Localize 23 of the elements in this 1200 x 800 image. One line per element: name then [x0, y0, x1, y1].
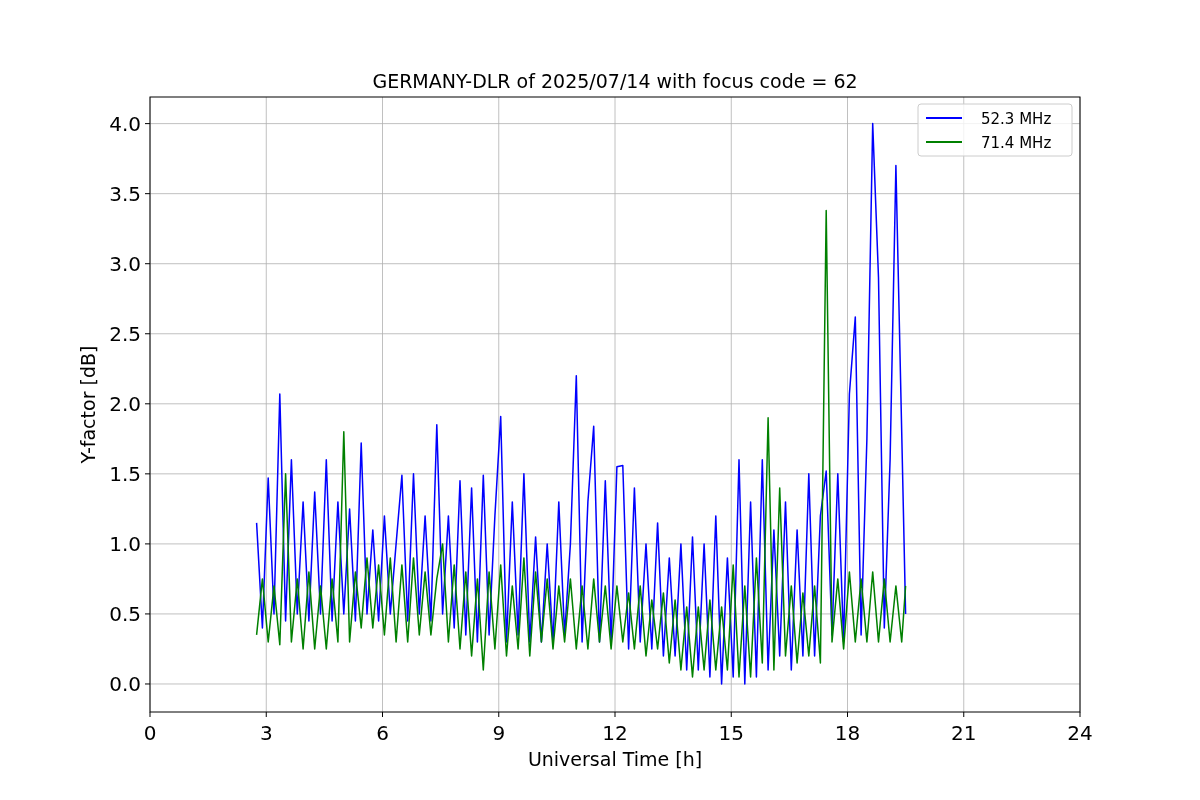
- y-tick-label: 2.5: [109, 321, 141, 346]
- y-tick-label: 0.0: [109, 672, 141, 696]
- y-tick-label: 2.0: [109, 391, 141, 416]
- x-tick-label: 18: [834, 721, 861, 745]
- x-tick-label: 6: [376, 721, 389, 745]
- x-tick-label: 3: [259, 721, 273, 745]
- legend-label: 71.4 MHz: [981, 134, 1052, 152]
- legend-label: 52.3 MHz: [981, 110, 1052, 128]
- x-tick-label: 24: [1067, 721, 1093, 745]
- y-tick-label: 4.0: [109, 111, 141, 136]
- y-axis-label: Y-factor [dB]: [77, 345, 99, 464]
- x-axis-label: Universal Time [h]: [527, 748, 703, 770]
- x-tick-label: 21: [951, 721, 977, 745]
- y-tick-label: 3.5: [109, 181, 141, 206]
- x-tick-label: 9: [492, 721, 506, 745]
- x-tick-label: 15: [718, 721, 744, 745]
- y-tick-label: 0.5: [109, 601, 141, 626]
- chart-title: GERMANY-DLR of 2025/07/14 with focus code = 62: [372, 70, 858, 92]
- x-tick-label: 12: [602, 721, 628, 745]
- x-tick-label: 0: [143, 721, 157, 745]
- y-tick-label: 1.0: [109, 531, 141, 556]
- y-tick-label: 1.5: [109, 461, 141, 486]
- y-tick-label: 3.0: [109, 251, 141, 276]
